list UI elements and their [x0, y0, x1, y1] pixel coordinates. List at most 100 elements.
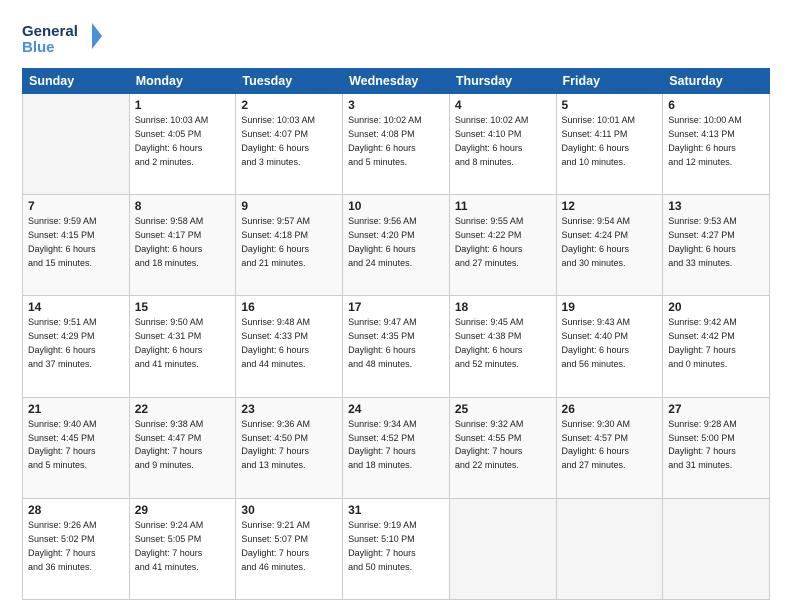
- calendar-header-monday: Monday: [129, 69, 236, 94]
- calendar-cell: 28Sunrise: 9:26 AMSunset: 5:02 PMDayligh…: [23, 498, 130, 599]
- calendar-cell: 9 Sunrise: 9:57 AMSunset: 4:18 PMDaylight…: [236, 195, 343, 296]
- day-info: Sunrise: 9:45 AMSunset: 4:38 PMDaylight:…: [455, 316, 551, 372]
- calendar-cell: 2 Sunrise: 10:03 AMSunset: 4:07 PMDayligh…: [236, 94, 343, 195]
- calendar-cell: 26 Sunrise: 9:30 AMSunset: 4:57 PMDayligh…: [556, 397, 663, 498]
- day-info: Sunrise: 9:55 AMSunset: 4:22 PMDaylight:…: [455, 215, 551, 271]
- logo-svg: General Blue: [22, 18, 102, 58]
- calendar-cell: 11 Sunrise: 9:55 AMSunset: 4:22 PMDayligh…: [449, 195, 556, 296]
- calendar-header-wednesday: Wednesday: [343, 69, 450, 94]
- day-number: 1: [135, 98, 231, 112]
- day-info: Sunrise: 9:43 AMSunset: 4:40 PMDaylight:…: [562, 316, 658, 372]
- calendar-cell: 27Sunrise: 9:28 AMSunset: 5:00 PMDayligh…: [663, 397, 770, 498]
- calendar-week-1: 7 Sunrise: 9:59 AMSunset: 4:15 PMDaylight…: [23, 195, 770, 296]
- calendar-cell: 6 Sunrise: 10:00 AMSunset: 4:13 PMDayligh…: [663, 94, 770, 195]
- page: General Blue SundayMondayTuesdayWednesda…: [0, 0, 792, 612]
- calendar-header-sunday: Sunday: [23, 69, 130, 94]
- day-number: 20: [668, 300, 764, 314]
- day-number: 13: [668, 199, 764, 213]
- day-number: 15: [135, 300, 231, 314]
- day-info: Sunrise: 10:03 AMSunset: 4:07 PMDaylight…: [241, 114, 337, 170]
- calendar-cell: 19 Sunrise: 9:43 AMSunset: 4:40 PMDayligh…: [556, 296, 663, 397]
- day-number: 22: [135, 402, 231, 416]
- calendar-header-tuesday: Tuesday: [236, 69, 343, 94]
- calendar-cell: [23, 94, 130, 195]
- day-info: Sunrise: 9:38 AMSunset: 4:47 PMDaylight:…: [135, 418, 231, 474]
- day-info: Sunrise: 9:51 AMSunset: 4:29 PMDaylight:…: [28, 316, 124, 372]
- day-number: 3: [348, 98, 444, 112]
- day-number: 24: [348, 402, 444, 416]
- day-number: 11: [455, 199, 551, 213]
- day-info: Sunrise: 9:30 AMSunset: 4:57 PMDaylight:…: [562, 418, 658, 474]
- day-number: 10: [348, 199, 444, 213]
- day-number: 19: [562, 300, 658, 314]
- calendar-cell: 15 Sunrise: 9:50 AMSunset: 4:31 PMDayligh…: [129, 296, 236, 397]
- day-info: Sunrise: 9:54 AMSunset: 4:24 PMDaylight:…: [562, 215, 658, 271]
- day-number: 7: [28, 199, 124, 213]
- day-number: 6: [668, 98, 764, 112]
- day-number: 25: [455, 402, 551, 416]
- day-info: Sunrise: 9:57 AMSunset: 4:18 PMDaylight:…: [241, 215, 337, 271]
- calendar-header-friday: Friday: [556, 69, 663, 94]
- day-info: Sunrise: 10:02 AMSunset: 4:08 PMDaylight…: [348, 114, 444, 170]
- day-number: 26: [562, 402, 658, 416]
- calendar-cell: 13 Sunrise: 9:53 AMSunset: 4:27 PMDayligh…: [663, 195, 770, 296]
- day-number: 2: [241, 98, 337, 112]
- day-number: 14: [28, 300, 124, 314]
- day-info: Sunrise: 9:58 AMSunset: 4:17 PMDaylight:…: [135, 215, 231, 271]
- logo: General Blue: [22, 18, 102, 58]
- day-info: Sunrise: 9:19 AMSunset: 5:10 PMDaylight:…: [348, 519, 444, 575]
- calendar-header-saturday: Saturday: [663, 69, 770, 94]
- day-number: 29: [135, 503, 231, 517]
- calendar-cell: 17 Sunrise: 9:47 AMSunset: 4:35 PMDayligh…: [343, 296, 450, 397]
- svg-text:General: General: [22, 23, 78, 40]
- day-info: Sunrise: 9:36 AMSunset: 4:50 PMDaylight:…: [241, 418, 337, 474]
- day-info: Sunrise: 10:01 AMSunset: 4:11 PMDaylight…: [562, 114, 658, 170]
- calendar-week-0: 1 Sunrise: 10:03 AMSunset: 4:05 PMDayligh…: [23, 94, 770, 195]
- day-number: 23: [241, 402, 337, 416]
- day-number: 17: [348, 300, 444, 314]
- day-info: Sunrise: 9:21 AMSunset: 5:07 PMDaylight:…: [241, 519, 337, 575]
- calendar-cell: 16 Sunrise: 9:48 AMSunset: 4:33 PMDayligh…: [236, 296, 343, 397]
- calendar-cell: [449, 498, 556, 599]
- day-info: Sunrise: 10:00 AMSunset: 4:13 PMDaylight…: [668, 114, 764, 170]
- calendar-cell: 4Sunrise: 10:02 AMSunset: 4:10 PMDayligh…: [449, 94, 556, 195]
- calendar-cell: 8Sunrise: 9:58 AMSunset: 4:17 PMDaylight…: [129, 195, 236, 296]
- calendar-cell: 7 Sunrise: 9:59 AMSunset: 4:15 PMDaylight…: [23, 195, 130, 296]
- calendar-week-3: 21 Sunrise: 9:40 AMSunset: 4:45 PMDayligh…: [23, 397, 770, 498]
- calendar-week-2: 14 Sunrise: 9:51 AMSunset: 4:29 PMDayligh…: [23, 296, 770, 397]
- day-info: Sunrise: 9:56 AMSunset: 4:20 PMDaylight:…: [348, 215, 444, 271]
- day-info: Sunrise: 9:28 AMSunset: 5:00 PMDaylight:…: [668, 418, 764, 474]
- calendar-cell: 20Sunrise: 9:42 AMSunset: 4:42 PMDayligh…: [663, 296, 770, 397]
- day-number: 31: [348, 503, 444, 517]
- calendar-cell: 5 Sunrise: 10:01 AMSunset: 4:11 PMDayligh…: [556, 94, 663, 195]
- day-number: 30: [241, 503, 337, 517]
- calendar-cell: 21 Sunrise: 9:40 AMSunset: 4:45 PMDayligh…: [23, 397, 130, 498]
- day-number: 9: [241, 199, 337, 213]
- calendar-cell: 23 Sunrise: 9:36 AMSunset: 4:50 PMDayligh…: [236, 397, 343, 498]
- calendar-cell: 1 Sunrise: 10:03 AMSunset: 4:05 PMDayligh…: [129, 94, 236, 195]
- day-number: 12: [562, 199, 658, 213]
- header: General Blue: [22, 18, 770, 58]
- calendar-cell: 18Sunrise: 9:45 AMSunset: 4:38 PMDayligh…: [449, 296, 556, 397]
- calendar-cell: [556, 498, 663, 599]
- day-number: 4: [455, 98, 551, 112]
- day-info: Sunrise: 9:59 AMSunset: 4:15 PMDaylight:…: [28, 215, 124, 271]
- day-number: 16: [241, 300, 337, 314]
- day-info: Sunrise: 9:50 AMSunset: 4:31 PMDaylight:…: [135, 316, 231, 372]
- svg-text:Blue: Blue: [22, 39, 55, 56]
- calendar-cell: 10 Sunrise: 9:56 AMSunset: 4:20 PMDayligh…: [343, 195, 450, 296]
- calendar-cell: 14 Sunrise: 9:51 AMSunset: 4:29 PMDayligh…: [23, 296, 130, 397]
- day-info: Sunrise: 9:34 AMSunset: 4:52 PMDaylight:…: [348, 418, 444, 474]
- day-info: Sunrise: 9:40 AMSunset: 4:45 PMDaylight:…: [28, 418, 124, 474]
- calendar-week-4: 28Sunrise: 9:26 AMSunset: 5:02 PMDayligh…: [23, 498, 770, 599]
- calendar-cell: 12 Sunrise: 9:54 AMSunset: 4:24 PMDayligh…: [556, 195, 663, 296]
- calendar-cell: 22 Sunrise: 9:38 AMSunset: 4:47 PMDayligh…: [129, 397, 236, 498]
- day-info: Sunrise: 10:03 AMSunset: 4:05 PMDaylight…: [135, 114, 231, 170]
- day-info: Sunrise: 9:53 AMSunset: 4:27 PMDaylight:…: [668, 215, 764, 271]
- calendar-cell: 25 Sunrise: 9:32 AMSunset: 4:55 PMDayligh…: [449, 397, 556, 498]
- day-number: 5: [562, 98, 658, 112]
- day-number: 21: [28, 402, 124, 416]
- day-info: Sunrise: 9:47 AMSunset: 4:35 PMDaylight:…: [348, 316, 444, 372]
- day-info: Sunrise: 9:32 AMSunset: 4:55 PMDaylight:…: [455, 418, 551, 474]
- day-info: Sunrise: 9:48 AMSunset: 4:33 PMDaylight:…: [241, 316, 337, 372]
